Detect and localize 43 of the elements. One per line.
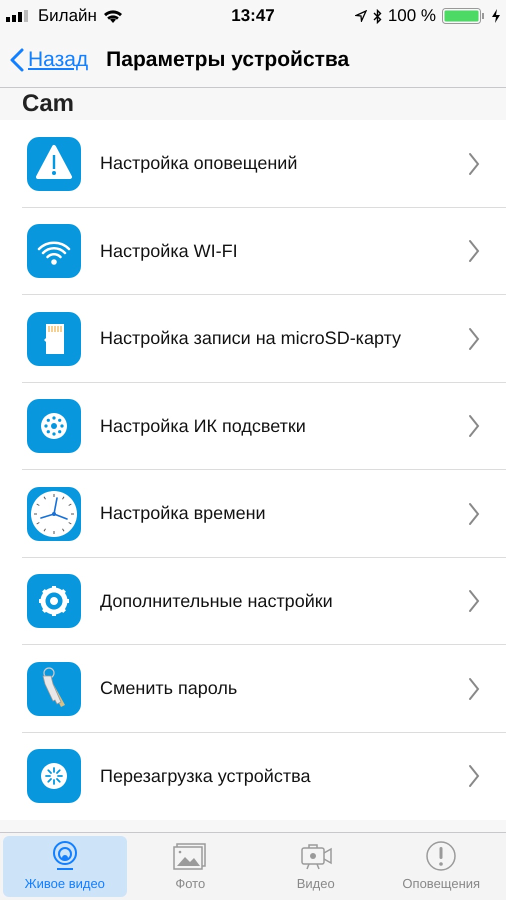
chevron-right-icon: [468, 502, 480, 526]
chevron-left-icon: [10, 48, 24, 72]
chevron-right-icon: [468, 239, 480, 264]
row-label: Настройка WI-FI: [100, 240, 239, 263]
row-label: Сменить пароль: [100, 677, 238, 700]
settings-row[interactable]: Настройка записи на microSD-карту: [0, 295, 506, 382]
keys-icon: [27, 662, 81, 716]
chevron-right-icon: [468, 326, 480, 351]
location-arrow-icon: [354, 10, 367, 22]
clock-icon: [27, 486, 81, 541]
section-title: Cam: [22, 89, 74, 119]
settings-row[interactable]: Настройка времени: [0, 470, 506, 558]
settings-row[interactable]: Перезагрузка устройства: [0, 732, 506, 820]
battery-percent: 100 %: [388, 5, 436, 28]
chevron-right-icon: [468, 764, 480, 788]
row-label: Настройка записи на microSD-карту: [100, 327, 402, 350]
row-label: Настройка ИК подсветки: [100, 414, 307, 438]
gear-icon: [27, 574, 81, 628]
settings-row[interactable]: Сменить пароль: [0, 645, 506, 732]
settings-row[interactable]: Настройка оповещений: [0, 120, 506, 208]
wifi-icon: [102, 9, 123, 23]
chevron-right-icon: [468, 414, 480, 438]
chevron-right-icon: [468, 589, 480, 614]
charging-icon: [492, 9, 500, 23]
carrier-name: Билайн: [38, 5, 97, 28]
refresh-icon: [27, 749, 81, 804]
chevron-right-icon: [468, 676, 480, 701]
chevron-right-icon: [468, 152, 480, 176]
row-label: Дополнительные настройки: [100, 590, 334, 613]
battery-icon: [442, 8, 486, 24]
bluetooth-icon: [372, 8, 382, 24]
alert-icon: [27, 136, 81, 191]
sd-card-icon: [27, 312, 81, 366]
row-label: Настройка оповещений: [100, 152, 298, 176]
back-button[interactable]: Назад: [0, 44, 88, 76]
settings-row[interactable]: Настройка ИК подсветки: [0, 382, 506, 470]
row-label: Перезагрузка устройства: [100, 764, 312, 788]
clock-time: 13:47: [231, 5, 275, 28]
wifi-icon: [27, 224, 81, 278]
screen-title: Параметры устройства: [106, 46, 350, 73]
settings-row[interactable]: Дополнительные настройки: [0, 558, 506, 645]
row-label: Настройка времени: [100, 502, 267, 526]
settings-row[interactable]: Настройка WI-FI: [0, 208, 506, 295]
